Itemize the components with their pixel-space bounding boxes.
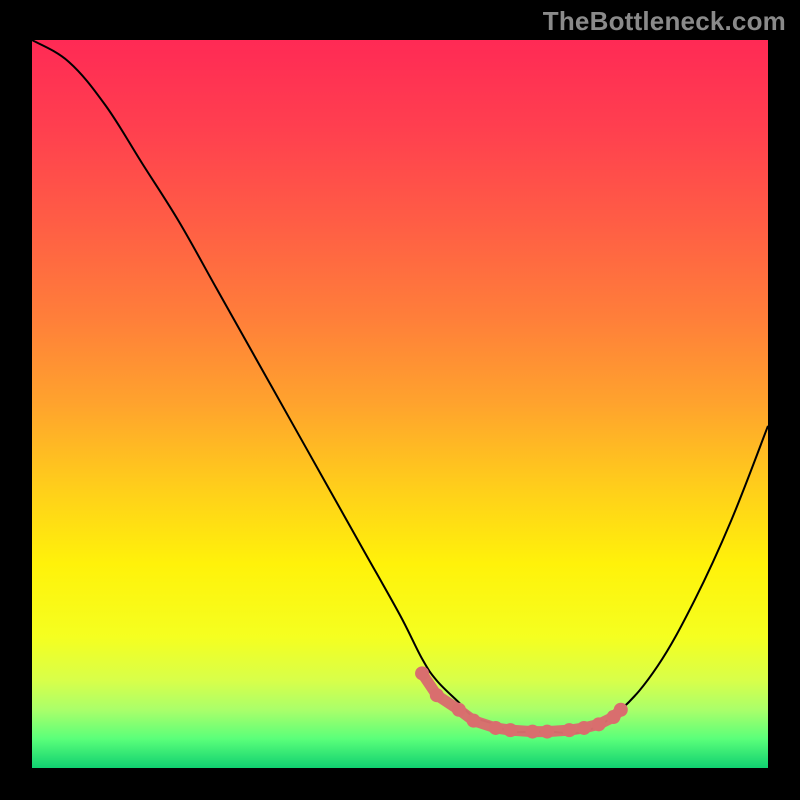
plot-area [32, 40, 768, 768]
bottleneck-chart-svg [32, 40, 768, 768]
watermark-label: TheBottleneck.com [543, 6, 786, 37]
gradient-background [32, 40, 768, 768]
chart-container: TheBottleneck.com [0, 0, 800, 800]
